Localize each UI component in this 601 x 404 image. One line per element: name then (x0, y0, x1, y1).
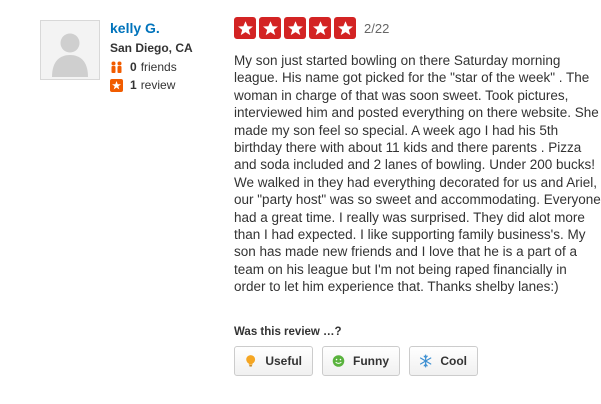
star-icon (262, 20, 278, 35)
user-location: San Diego, CA (110, 41, 193, 55)
reviews-count: 1 (130, 78, 137, 92)
rating-star (309, 17, 331, 39)
friends-count: 0 (130, 60, 137, 74)
user-friends-count: 0 friends (110, 60, 177, 74)
star-rating: 2/22 (234, 17, 389, 39)
review-star-icon (110, 78, 123, 92)
useful-button[interactable]: Useful (234, 346, 313, 376)
avatar[interactable] (40, 20, 100, 80)
default-user-icon (52, 33, 88, 77)
rating-star (259, 17, 281, 39)
reviews-label: review (140, 78, 176, 92)
star-icon (312, 20, 328, 35)
useful-label: Useful (265, 354, 302, 368)
cool-button[interactable]: Cool (409, 346, 478, 376)
rating-star (284, 17, 306, 39)
star-icon (287, 20, 303, 35)
rating-star (234, 17, 256, 39)
lightbulb-icon (246, 355, 256, 367)
cool-label: Cool (440, 354, 467, 368)
snowflake-icon (419, 354, 432, 368)
feedback-prompt: Was this review …? (234, 326, 342, 338)
friends-label: friends (140, 60, 177, 74)
review-card: kelly G. San Diego, CA 0 friends 1 revie… (0, 0, 601, 404)
friends-icon (111, 61, 122, 73)
star-icon (237, 20, 253, 35)
user-name-link[interactable]: kelly G. (110, 20, 160, 36)
star-rating-stars (234, 17, 359, 39)
funny-label: Funny (353, 354, 389, 368)
user-reviews-count: 1 review (110, 78, 175, 92)
funny-button[interactable]: Funny (322, 346, 400, 376)
smiley-icon (332, 355, 345, 367)
review-text: My son just started bowling on there Sat… (234, 53, 601, 295)
star-icon (337, 20, 353, 35)
rating-star (334, 17, 356, 39)
review-date: 2/22 (364, 20, 390, 36)
